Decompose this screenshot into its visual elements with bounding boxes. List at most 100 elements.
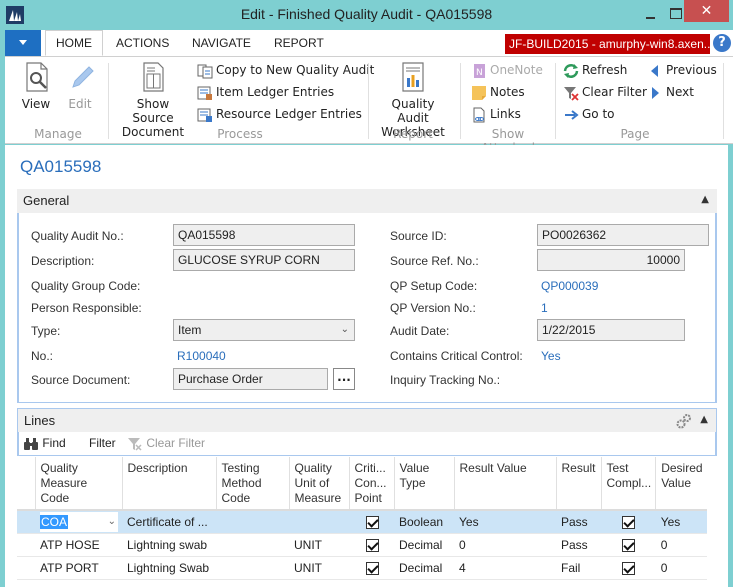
column-header-quality-measure-code[interactable]: Quality Measure Code [35,457,123,511]
test-complete-checkbox[interactable] [622,515,636,529]
column-header-testing-method-code[interactable]: Testing Method Code [216,457,290,511]
column-header-desired-value[interactable]: Desired Value [655,457,707,511]
column-header-result-value[interactable]: Result Value [454,457,557,511]
cell-result[interactable]: Pass [556,510,601,534]
ccp-checkbox[interactable] [365,538,379,552]
audit-date-field[interactable]: 1/22/2015 [537,319,685,341]
source-document-lookup-button[interactable]: ... [333,368,355,390]
chevron-down-icon[interactable]: ⌄ [108,512,116,532]
test-complete-checkbox[interactable] [622,538,636,552]
cell-result-value[interactable]: Yes [454,510,556,534]
application-menu-button[interactable] [5,30,41,56]
cell-result-value[interactable]: 4 [454,556,556,580]
notes-button[interactable]: Notes [471,82,525,102]
row-indicator[interactable] [17,510,35,534]
cell-result[interactable]: Pass [556,533,601,557]
cell-testing-method-code[interactable] [216,556,289,580]
type-dropdown[interactable]: Item ⌄ [173,319,355,341]
cell-quality-measure-code[interactable]: COA ⌄ [35,510,122,534]
cell-value-type[interactable]: Decimal [394,556,454,580]
cell-result[interactable]: Fail [556,556,601,580]
column-header-value-type[interactable]: Value Type [394,457,455,511]
no-link[interactable]: R100040 [177,349,226,363]
source-id-field[interactable]: PO0026362 [537,224,709,246]
column-header-test-complete[interactable]: Test Compl... [601,457,657,511]
close-button[interactable]: ✕ [684,0,729,22]
qp-setup-code-link[interactable]: QP000039 [541,279,598,293]
show-source-document-button[interactable]: Show Source Document [117,61,189,139]
lines-fasttab-header[interactable]: Lines ▲ [17,408,717,432]
column-header-description[interactable]: Description [122,457,217,511]
cell-uom[interactable] [289,510,349,534]
cell-uom[interactable]: UNIT [289,556,349,580]
maximize-button[interactable] [664,4,686,24]
no-label: No.: [31,349,54,363]
clear-filter-lines-button[interactable]: Clear Filter [127,436,205,451]
cell-ccp[interactable] [349,533,394,557]
quality-measure-code-input[interactable]: COA ⌄ [40,511,118,532]
cell-description[interactable]: Lightning swab [122,533,216,557]
view-button[interactable]: View [21,61,51,111]
cell-testing-method-code[interactable] [216,510,289,534]
table-row[interactable]: ATP HOSE Lightning swab UNIT Decimal 0 P… [17,533,707,557]
next-button[interactable]: Next [647,82,694,102]
item-ledger-entries-button[interactable]: Item Ledger Entries [197,82,334,102]
cell-description[interactable]: Lightning Swab [122,556,216,580]
resource-ledger-entries-button[interactable]: Resource Ledger Entries [197,104,362,124]
tab-navigate[interactable]: NAVIGATE [182,30,261,56]
cell-test-complete[interactable] [601,533,656,557]
cell-desired-value[interactable]: Yes [655,510,707,534]
cell-quality-measure-code[interactable]: ATP HOSE [35,533,122,557]
test-complete-checkbox[interactable] [622,561,636,575]
clear-filter-button[interactable]: Clear Filter [563,82,647,102]
cell-quality-measure-code[interactable]: ATP PORT [35,556,122,580]
cell-uom[interactable]: UNIT [289,533,349,557]
cell-ccp[interactable] [349,556,394,580]
cell-description[interactable]: Certificate of ... [122,510,216,534]
help-button[interactable]: ? [713,34,731,52]
source-ref-no-field[interactable]: 10000 [537,249,685,271]
cell-desired-value[interactable]: 0 [655,533,707,557]
previous-button[interactable]: Previous [647,60,717,80]
cell-ccp[interactable] [349,510,394,534]
tab-report[interactable]: REPORT [264,30,334,56]
contains-critical-control-value[interactable]: Yes [541,349,561,363]
minimize-button[interactable] [640,6,662,24]
description-field[interactable]: GLUCOSE SYRUP CORN [173,249,355,271]
column-header-quality-unit-of-measure[interactable]: Quality Unit of Measure [289,457,350,511]
column-header-critical-control-point[interactable]: Criti... Con... Point [349,457,395,511]
cell-testing-method-code[interactable] [216,533,289,557]
cell-value-type[interactable]: Boolean [394,510,454,534]
general-fasttab-header[interactable]: General ▲ [17,189,717,213]
tab-actions[interactable]: ACTIONS [106,30,179,56]
cell-value-type[interactable]: Decimal [394,533,454,557]
onenote-button[interactable]: N OneNote [471,60,543,80]
collapse-chevron-icon[interactable]: ▲ [701,194,709,205]
cell-test-complete[interactable] [601,556,656,580]
qp-version-no-value[interactable]: 1 [541,301,548,315]
filter-button[interactable]: Filter [89,436,116,450]
refresh-button[interactable]: Refresh [563,60,627,80]
go-to-button[interactable]: Go to [563,104,615,124]
table-row[interactable]: COA ⌄ Certificate of ... Boolean Yes Pass… [17,510,707,534]
gears-icon[interactable] [676,413,692,429]
row-indicator[interactable] [17,533,35,557]
row-indicator[interactable] [17,556,35,580]
cell-result-value[interactable]: 0 [454,533,556,557]
cell-test-complete[interactable] [601,510,656,534]
tab-home[interactable]: HOME [45,30,103,56]
type-label: Type: [31,324,61,338]
find-button[interactable]: Find [23,436,66,451]
previous-icon [651,64,658,77]
collapse-chevron-icon[interactable]: ▲ [700,414,708,425]
edit-button[interactable]: Edit [65,61,95,111]
copy-to-new-quality-audit-button[interactable]: Copy to New Quality Audit [197,60,374,80]
cell-desired-value[interactable]: 0 [655,556,707,580]
links-button[interactable]: Links [471,104,521,124]
table-row[interactable]: ATP PORT Lightning Swab UNIT Decimal 4 F… [17,556,707,580]
source-document-field[interactable]: Purchase Order [173,368,328,390]
quality-audit-no-field[interactable]: QA015598 [173,224,355,246]
column-header-result[interactable]: Result [556,457,602,511]
ccp-checkbox[interactable] [365,561,379,575]
ccp-checkbox[interactable] [365,515,379,529]
